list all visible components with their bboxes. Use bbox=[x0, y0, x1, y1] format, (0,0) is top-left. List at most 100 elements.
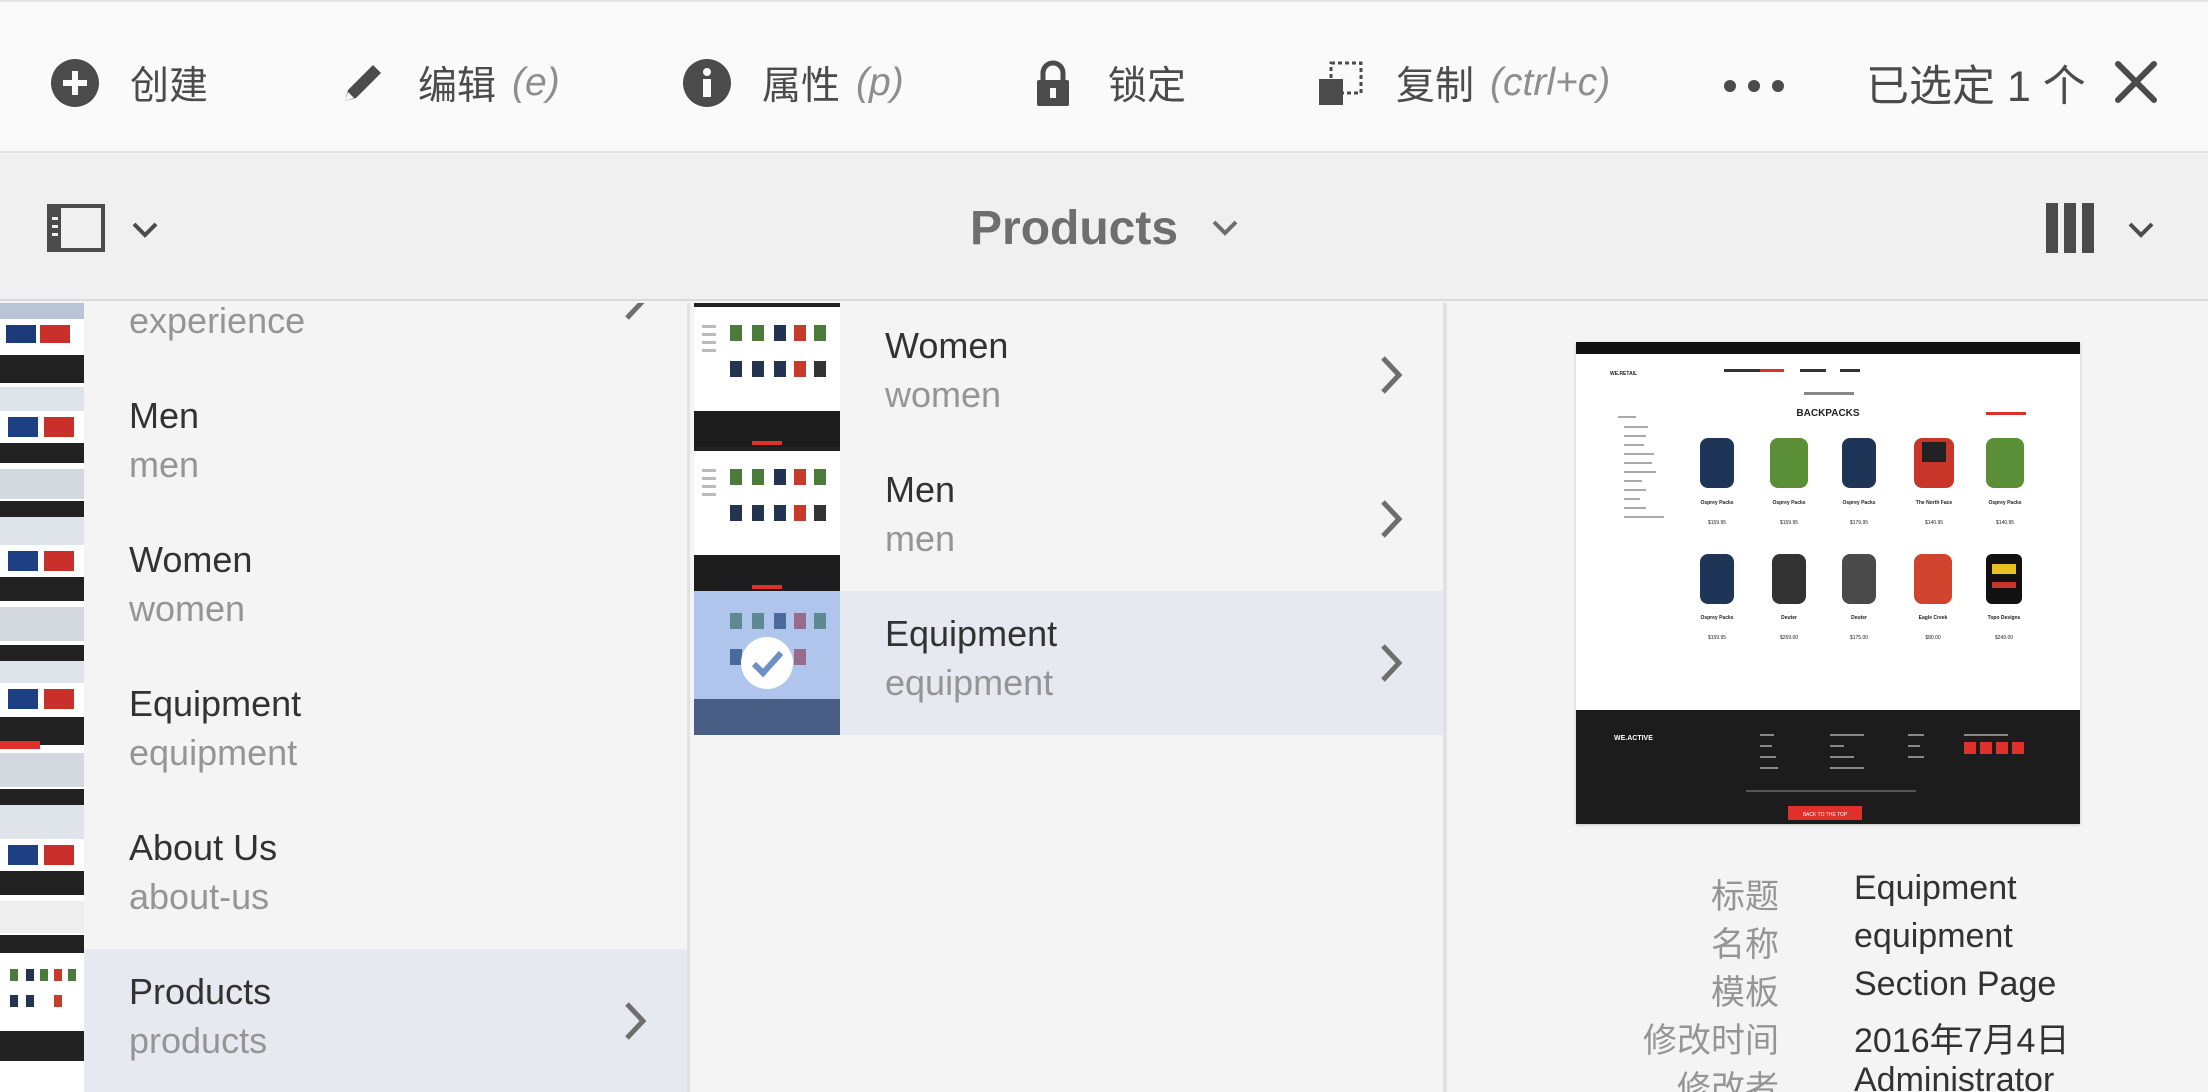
meta-value: equipment bbox=[1854, 917, 2013, 955]
chevron-down-icon bbox=[132, 222, 158, 238]
add-circle-icon bbox=[44, 52, 106, 114]
meta-row-template: 模板 Section Page bbox=[1451, 965, 2208, 1013]
meta-value: Administrator bbox=[1854, 1061, 2055, 1092]
item-name: equipment bbox=[885, 662, 1054, 703]
properties-shortcut: (p) bbox=[856, 61, 904, 104]
chevron-right-icon bbox=[625, 1002, 647, 1040]
page-preview-image: WE.RETAIL BACKPACKS Osprey Packs Osprey … bbox=[1576, 342, 2080, 824]
list-item[interactable]: Equipment equipment bbox=[0, 661, 687, 805]
preview-footer-brand: WE.ACTIVE bbox=[1614, 735, 1653, 742]
page-thumbnail bbox=[0, 303, 84, 373]
edit-shortcut: (e) bbox=[512, 61, 560, 104]
meta-key: 修改时间 bbox=[1643, 1022, 1779, 1060]
meta-key: 标题 bbox=[1711, 878, 1779, 916]
rail-toggle-button[interactable] bbox=[46, 203, 106, 253]
item-name: men bbox=[885, 518, 956, 559]
item-title: Men bbox=[885, 469, 956, 510]
page-thumbnail bbox=[694, 447, 840, 591]
preview-price: $159.95 bbox=[1708, 520, 1726, 526]
item-title: Men bbox=[129, 395, 200, 436]
page-title: Products bbox=[970, 201, 1179, 255]
list-item-selected[interactable]: Products products bbox=[0, 949, 687, 1092]
preview-price: $249.00 bbox=[1995, 635, 2013, 641]
chevron-down-icon bbox=[2128, 222, 2154, 238]
list-item[interactable]: experience bbox=[0, 303, 687, 373]
preview-price: $269.00 bbox=[1780, 635, 1798, 641]
rail-menu-button[interactable] bbox=[128, 213, 162, 247]
chevron-right-icon bbox=[625, 303, 645, 320]
preview-product: Osprey Packs bbox=[1700, 615, 1733, 621]
close-selection-button[interactable] bbox=[2108, 54, 2164, 110]
meta-value: Equipment bbox=[1854, 869, 2017, 907]
preview-price: $80.00 bbox=[1925, 635, 1941, 641]
item-title: Equipment bbox=[885, 613, 1058, 654]
meta-value: Section Page bbox=[1854, 965, 2057, 1003]
list-item[interactable]: Women women bbox=[694, 303, 1443, 447]
info-icon bbox=[676, 52, 738, 114]
edit-button[interactable]: 编辑 (e) bbox=[332, 48, 560, 118]
preview-price: $179.95 bbox=[1850, 520, 1868, 526]
copy-icon bbox=[1310, 52, 1372, 114]
header-bar: Products bbox=[0, 155, 2208, 301]
meta-row-name: 名称 equipment bbox=[1451, 917, 2208, 965]
action-bar: 创建 编辑 (e) 属性 (p) 锁定 复制 (ctrl+c) 已选定 1 个 bbox=[0, 0, 2208, 153]
chevron-right-icon bbox=[1381, 644, 1403, 682]
meta-key: 名称 bbox=[1711, 926, 1779, 964]
chevron-right-icon bbox=[1381, 356, 1403, 394]
more-dot-icon bbox=[1772, 80, 1784, 92]
chevron-right-icon bbox=[1381, 500, 1403, 538]
page-thumbnail bbox=[694, 591, 840, 735]
item-title: About Us bbox=[129, 827, 278, 868]
meta-value: 2016年7月4日 bbox=[1854, 1022, 2070, 1060]
item-name: equipment bbox=[129, 732, 298, 773]
item-name: about-us bbox=[129, 876, 270, 917]
page-thumbnail bbox=[0, 373, 84, 517]
meta-row-modified-by: 修改者 Administrator bbox=[1451, 1061, 2208, 1092]
more-actions-button[interactable] bbox=[1724, 66, 1784, 106]
sidebar-panel-icon bbox=[47, 204, 105, 252]
page-title-dropdown[interactable]: Products bbox=[970, 189, 1242, 267]
selection-count: 已选定 1 个 bbox=[1866, 63, 2086, 111]
list-item-selected[interactable]: Equipment equipment bbox=[694, 591, 1443, 735]
preview-price: $140.95 bbox=[1925, 520, 1943, 526]
preview-product: Osprey Packs bbox=[1988, 500, 2021, 506]
list-item[interactable]: Men men bbox=[0, 373, 687, 517]
more-dot-icon bbox=[1748, 80, 1760, 92]
meta-key: 修改者 bbox=[1677, 1070, 1779, 1092]
item-name: products bbox=[129, 1020, 268, 1061]
copy-button[interactable]: 复制 (ctrl+c) bbox=[1310, 48, 1610, 118]
create-label: 创建 bbox=[130, 65, 209, 108]
preview-product: Eagle Creek bbox=[1919, 615, 1948, 621]
create-button[interactable]: 创建 bbox=[44, 48, 208, 118]
edit-label: 编辑 bbox=[418, 65, 497, 108]
preview-price: $159.95 bbox=[1780, 520, 1798, 526]
lock-button[interactable]: 锁定 bbox=[1022, 48, 1186, 118]
item-title: Equipment bbox=[129, 683, 302, 724]
page-thumbnail bbox=[0, 517, 84, 661]
preview-product: Deuter bbox=[1781, 615, 1797, 621]
meta-key: 模板 bbox=[1711, 974, 1779, 1012]
list-item[interactable]: About Us about-us bbox=[0, 805, 687, 949]
meta-row-title: 标题 Equipment bbox=[1451, 869, 2208, 917]
close-icon bbox=[2115, 61, 2157, 103]
list-item[interactable]: Men men bbox=[694, 447, 1443, 591]
preview-column: WE.RETAIL BACKPACKS Osprey Packs Osprey … bbox=[1451, 303, 2208, 1092]
column-view-button[interactable] bbox=[2044, 199, 2096, 257]
properties-button[interactable]: 属性 (p) bbox=[676, 48, 904, 118]
more-dot-icon bbox=[1724, 80, 1736, 92]
copy-shortcut: (ctrl+c) bbox=[1490, 61, 1611, 104]
page-thumbnail bbox=[0, 949, 84, 1092]
page-thumbnail bbox=[0, 661, 84, 805]
preview-product: Topo Designs bbox=[1988, 615, 2021, 621]
view-menu-button[interactable] bbox=[2124, 213, 2158, 247]
preview-product: Osprey Packs bbox=[1700, 500, 1733, 506]
column-view-icon bbox=[2046, 203, 2094, 253]
list-item[interactable]: Women women bbox=[0, 517, 687, 661]
preview-price: $140.95 bbox=[1996, 520, 2014, 526]
page-thumbnail bbox=[0, 805, 84, 949]
copy-label: 复制 bbox=[1396, 65, 1475, 108]
preview-footer-button: BACK TO THE TOP bbox=[1803, 812, 1848, 818]
item-name: experience bbox=[129, 303, 306, 341]
page-thumbnail bbox=[694, 303, 840, 447]
item-name: women bbox=[129, 588, 246, 629]
